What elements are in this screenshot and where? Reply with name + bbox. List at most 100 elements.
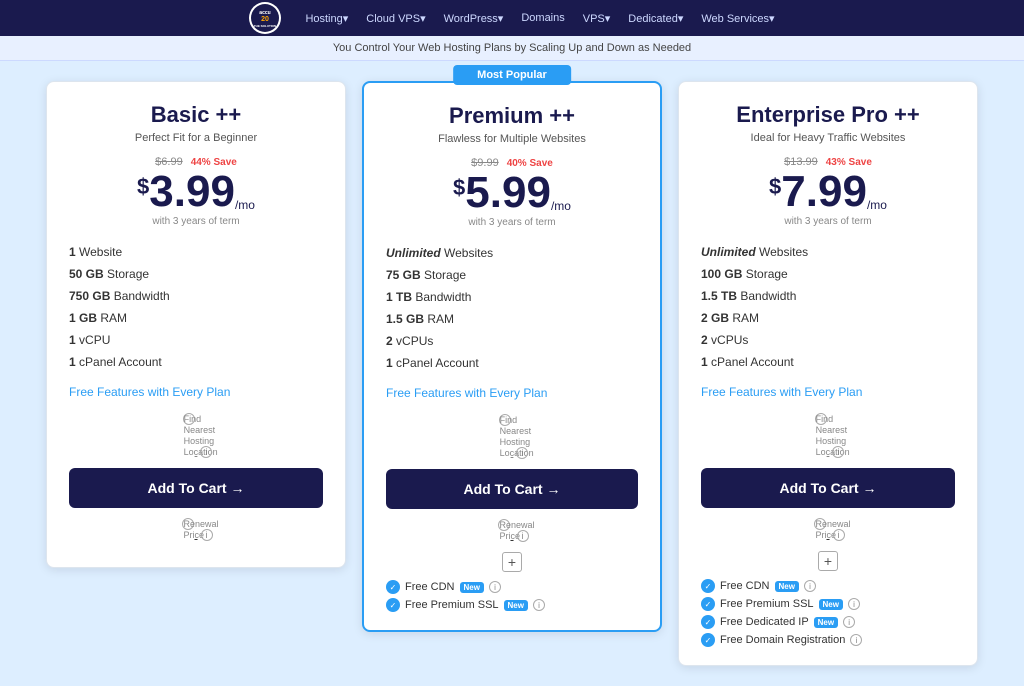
- free-features-link-basic[interactable]: Free Features with Every Plan: [69, 385, 323, 399]
- popular-badge: Most Popular: [453, 65, 571, 85]
- info-ssl-premium[interactable]: i: [533, 599, 545, 611]
- save-badge-enterprise: 43% Save: [826, 157, 872, 168]
- find-hosting-premium[interactable]: Find Nearest Hosting Location i: [386, 414, 638, 459]
- check-icon-0: [386, 580, 400, 594]
- addon-label-e2: Free Dedicated IP: [720, 616, 809, 628]
- price-mo-premium: /mo: [551, 199, 571, 213]
- addon-premium-0: Free CDN New i: [386, 578, 638, 596]
- find-hosting-enterprise[interactable]: Find Nearest Hosting Location i: [701, 413, 955, 458]
- svg-text:20: 20: [262, 16, 270, 23]
- free-features-link-premium[interactable]: Free Features with Every Plan: [386, 386, 638, 400]
- expand-btn-enterprise: +: [701, 551, 955, 571]
- feature-enterprise-2: 1.5 TB Bandwidth: [701, 285, 955, 307]
- info-ssl-enterprise[interactable]: i: [848, 598, 860, 610]
- logo[interactable]: accu 20 THE SOLUTION: [249, 2, 281, 34]
- new-badge-e1: New: [819, 599, 843, 610]
- feature-enterprise-4: 2 vCPUs: [701, 329, 955, 351]
- addon-label-e0: Free CDN: [720, 580, 770, 592]
- check-icon-e1: [701, 597, 715, 611]
- new-badge-0: New: [460, 582, 484, 593]
- check-icon-e2: [701, 615, 715, 629]
- price-mo-enterprise: /mo: [867, 198, 887, 212]
- price-amount-premium: 5.99: [465, 171, 551, 215]
- dollar-basic: $: [137, 174, 149, 200]
- nav-wordpress[interactable]: WordPress▾: [444, 12, 504, 25]
- new-badge-1: New: [504, 600, 528, 611]
- nav-vps[interactable]: VPS▾: [583, 12, 611, 25]
- feature-enterprise-5: 1 cPanel Account: [701, 351, 955, 373]
- info-cdn-enterprise[interactable]: i: [804, 580, 816, 592]
- feature-basic-1: 50 GB Storage: [69, 263, 323, 285]
- navbar: accu 20 THE SOLUTION Hosting▾ Cloud VPS▾…: [0, 0, 1024, 36]
- price-term-premium: with 3 years of term: [386, 217, 638, 228]
- plan-name-enterprise: Enterprise Pro ++: [701, 102, 955, 128]
- add-to-cart-enterprise[interactable]: Add To Cart →: [701, 468, 955, 508]
- plan-subtitle-enterprise: Ideal for Heavy Traffic Websites: [701, 132, 955, 144]
- feature-premium-5: 1 cPanel Account: [386, 352, 638, 374]
- main-price-enterprise: $ 7.99 /mo: [701, 170, 955, 214]
- nav-domains[interactable]: Domains: [521, 12, 564, 24]
- plan-subtitle-premium: Flawless for Multiple Websites: [386, 133, 638, 145]
- add-to-cart-premium[interactable]: Add To Cart →: [386, 469, 638, 509]
- nav-webservices[interactable]: Web Services▾: [701, 12, 774, 25]
- addon-label-e1: Free Premium SSL: [720, 598, 814, 610]
- check-icon-1: [386, 598, 400, 612]
- feature-basic-2: 750 GB Bandwidth: [69, 285, 323, 307]
- features-list-enterprise: Unlimited Websites 100 GB Storage 1.5 TB…: [701, 241, 955, 373]
- save-badge-basic: 44% Save: [191, 157, 237, 168]
- nav-cloud[interactable]: Cloud VPS▾: [366, 12, 425, 25]
- feature-premium-3: 1.5 GB RAM: [386, 308, 638, 330]
- info-icon-renewal-enterprise[interactable]: i: [833, 529, 845, 541]
- feature-basic-5: 1 cPanel Account: [69, 351, 323, 373]
- check-icon-e0: [701, 579, 715, 593]
- feature-premium-4: 2 vCPUs: [386, 330, 638, 352]
- info-icon-renewal-premium[interactable]: i: [517, 530, 529, 542]
- expand-icon-enterprise[interactable]: +: [818, 551, 838, 571]
- plan-subtitle-basic: Perfect Fit for a Beginner: [69, 132, 323, 144]
- feature-enterprise-0: Unlimited Websites: [701, 241, 955, 263]
- info-domain-enterprise[interactable]: i: [850, 634, 862, 646]
- info-icon-renewal-basic[interactable]: i: [201, 529, 213, 541]
- price-amount-basic: 3.99: [149, 170, 235, 214]
- expand-icon-premium[interactable]: +: [502, 552, 522, 572]
- nav-dedicated[interactable]: Dedicated▾: [628, 12, 683, 25]
- addon-premium-1: Free Premium SSL New i: [386, 596, 638, 614]
- dollar-enterprise: $: [769, 174, 781, 200]
- main-price-basic: $ 3.99 /mo: [69, 170, 323, 214]
- addon-features-premium: Free CDN New i Free Premium SSL New i: [386, 578, 638, 614]
- addon-enterprise-2: Free Dedicated IP New i: [701, 613, 955, 631]
- plan-card-basic: Basic ++ Perfect Fit for a Beginner $6.9…: [46, 81, 346, 568]
- logo-icon: accu 20 THE SOLUTION: [249, 2, 281, 34]
- addon-enterprise-1: Free Premium SSL New i: [701, 595, 955, 613]
- features-list-premium: Unlimited Websites 75 GB Storage 1 TB Ba…: [386, 242, 638, 374]
- expand-btn-premium: +: [386, 552, 638, 572]
- save-badge-premium: 40% Save: [507, 158, 553, 169]
- new-badge-e2: New: [814, 617, 838, 628]
- price-mo-basic: /mo: [235, 198, 255, 212]
- info-cdn-premium[interactable]: i: [489, 581, 501, 593]
- add-to-cart-basic[interactable]: Add To Cart →: [69, 468, 323, 508]
- feature-premium-2: 1 TB Bandwidth: [386, 286, 638, 308]
- feature-basic-0: 1 Website: [69, 241, 323, 263]
- nav-hosting[interactable]: Hosting▾: [305, 12, 348, 25]
- addon-enterprise-0: Free CDN New i: [701, 577, 955, 595]
- new-badge-e0: New: [775, 581, 799, 592]
- features-list-basic: 1 Website 50 GB Storage 750 GB Bandwidth…: [69, 241, 323, 373]
- addon-label-0: Free CDN: [405, 581, 455, 593]
- renewal-price-premium[interactable]: Renewal Price i: [386, 519, 638, 542]
- nav-items: Hosting▾ Cloud VPS▾ WordPress▾ Domains V…: [305, 12, 774, 25]
- info-ip-enterprise[interactable]: i: [843, 616, 855, 628]
- dollar-premium: $: [453, 175, 465, 201]
- check-icon-e3: [701, 633, 715, 647]
- price-amount-enterprise: 7.99: [781, 170, 867, 214]
- plan-name-basic: Basic ++: [69, 102, 323, 128]
- addon-label-1: Free Premium SSL: [405, 599, 499, 611]
- plans-container: Basic ++ Perfect Fit for a Beginner $6.9…: [0, 61, 1024, 686]
- feature-basic-4: 1 vCPU: [69, 329, 323, 351]
- addon-enterprise-3: Free Domain Registration i: [701, 631, 955, 649]
- free-features-link-enterprise[interactable]: Free Features with Every Plan: [701, 385, 955, 399]
- find-hosting-basic[interactable]: Find Nearest Hosting Location i: [69, 413, 323, 458]
- subtitle-bar: You Control Your Web Hosting Plans by Sc…: [0, 36, 1024, 61]
- plan-card-premium: Most Popular Premium ++ Flawless for Mul…: [362, 81, 662, 632]
- plan-name-premium: Premium ++: [386, 103, 638, 129]
